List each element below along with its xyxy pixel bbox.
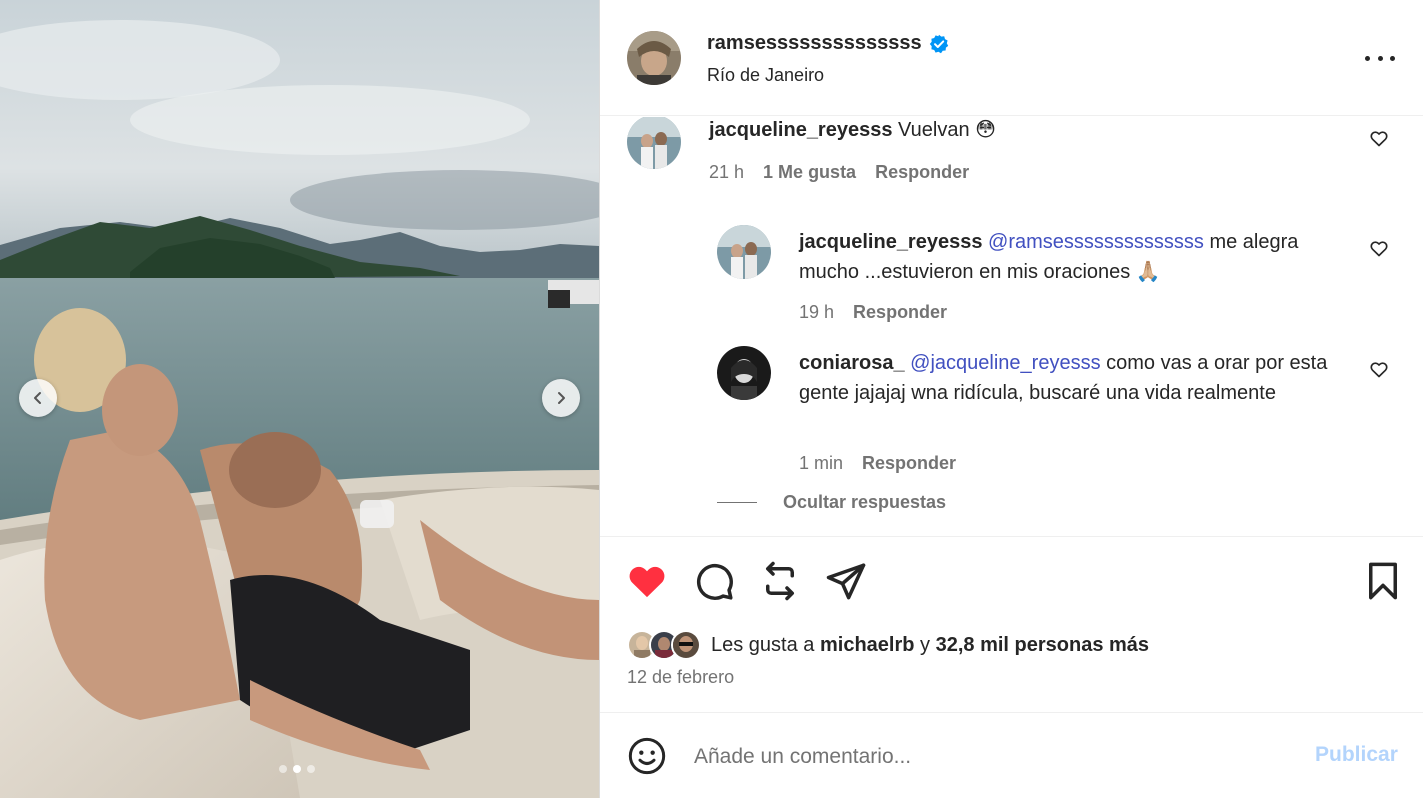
comment-time[interactable]: 19 h	[799, 302, 834, 323]
divider-line	[717, 502, 757, 503]
likes-user-link[interactable]: michaelrb	[820, 634, 914, 656]
liker-avatar	[671, 630, 701, 660]
comment-meta: 19 h Responder	[799, 302, 947, 323]
reply-button[interactable]: Responder	[853, 302, 947, 323]
author-avatar[interactable]	[627, 31, 681, 85]
post-location[interactable]: Río de Janeiro	[707, 65, 824, 86]
reply-button[interactable]: Responder	[875, 162, 969, 183]
comment-username[interactable]: jacqueline_reyesss	[799, 231, 982, 253]
post-panel: ramsessssssssssssss Río de Janeiro jacqu…	[599, 0, 1423, 798]
comment-item: jacqueline_reyesss Vuelvan 😳 21 h 1 Me g…	[627, 117, 1407, 215]
comment-likes[interactable]: 1 Me gusta	[763, 162, 856, 183]
likes-prefix: Les gusta a	[711, 633, 815, 656]
comment-text: jacqueline_reyesss Vuelvan 😳	[709, 117, 1349, 145]
comment-icon[interactable]	[693, 560, 735, 602]
comment-meta: 1 min Responder	[799, 453, 956, 474]
commenter-avatar[interactable]	[627, 117, 681, 169]
bookmark-icon[interactable]	[1362, 560, 1404, 602]
comment-like-heart-icon[interactable]	[1369, 128, 1389, 148]
post-photo	[0, 0, 599, 798]
comment-username[interactable]: coniarosa_	[799, 352, 905, 374]
comment-emoji: 😳	[975, 119, 996, 141]
likes-count-link[interactable]: 32,8 mil personas más	[936, 634, 1149, 656]
more-options-button[interactable]	[1365, 48, 1395, 68]
post-header: ramsessssssssssssss Río de Janeiro	[600, 0, 1423, 116]
comments-list[interactable]: jacqueline_reyesss Vuelvan 😳 21 h 1 Me g…	[600, 117, 1423, 537]
post-media[interactable]	[0, 0, 599, 798]
reply-item: jacqueline_reyesss @ramsessssssssssssss …	[717, 225, 1407, 335]
commenter-avatar[interactable]	[717, 346, 771, 400]
likes-text: Les gusta a michaelrb y 32,8 mil persona…	[711, 634, 1149, 657]
carousel-dot	[279, 765, 287, 773]
likes-summary[interactable]: Les gusta a michaelrb y 32,8 mil persona…	[627, 628, 1149, 662]
likes-joiner: y	[920, 633, 931, 656]
comment-mention[interactable]: @jacqueline_reyesss	[910, 352, 1100, 374]
hide-replies-label: Ocultar respuestas	[783, 492, 947, 512]
comment-meta: 21 h 1 Me gusta Responder	[709, 162, 969, 183]
more-icon	[1390, 55, 1395, 61]
comment-time[interactable]: 1 min	[799, 453, 843, 474]
like-heart-icon[interactable]	[626, 560, 668, 602]
reply-item: coniarosa_ @jacqueline_reyesss como vas …	[717, 346, 1407, 486]
carousel-dot	[307, 765, 315, 773]
comment-input[interactable]	[694, 738, 1284, 776]
chevron-left-icon	[34, 392, 41, 404]
comment-time[interactable]: 21 h	[709, 162, 744, 183]
reply-text: jacqueline_reyesss @ramsessssssssssssss …	[799, 227, 1349, 287]
commenter-avatar[interactable]	[717, 225, 771, 279]
next-media-button[interactable]	[542, 379, 580, 417]
more-icon	[1377, 55, 1383, 61]
share-icon[interactable]	[825, 560, 867, 602]
emoji-icon[interactable]	[627, 736, 667, 776]
carousel-indicator	[279, 765, 315, 773]
comment-like-heart-icon[interactable]	[1369, 359, 1389, 379]
post-actions: Les gusta a michaelrb y 32,8 mil persona…	[600, 538, 1423, 713]
liker-avatars	[627, 630, 701, 660]
comment-like-heart-icon[interactable]	[1369, 238, 1389, 258]
comment-mention[interactable]: @ramsessssssssssssss	[988, 231, 1204, 253]
reply-text: coniarosa_ @jacqueline_reyesss como vas …	[799, 348, 1349, 408]
carousel-dot-active	[293, 765, 301, 773]
more-icon	[1365, 55, 1370, 61]
repost-icon[interactable]	[759, 560, 801, 602]
author-username-text[interactable]: ramsessssssssssssss	[707, 32, 922, 55]
reply-button[interactable]: Responder	[862, 453, 956, 474]
chevron-right-icon	[558, 392, 565, 404]
comment-body: Vuelvan	[898, 119, 970, 141]
comment-username[interactable]: jacqueline_reyesss	[709, 119, 892, 141]
author-username[interactable]: ramsessssssssssssss	[707, 32, 949, 55]
previous-media-button[interactable]	[19, 379, 57, 417]
verified-icon	[929, 34, 948, 53]
comment-emoji: 🙏🏼	[1135, 261, 1161, 283]
publish-button[interactable]: Publicar	[1315, 743, 1398, 767]
post-date[interactable]: 12 de febrero	[627, 667, 734, 688]
hide-replies-button[interactable]: Ocultar respuestas	[717, 492, 946, 513]
comment-composer: Publicar	[600, 714, 1423, 798]
